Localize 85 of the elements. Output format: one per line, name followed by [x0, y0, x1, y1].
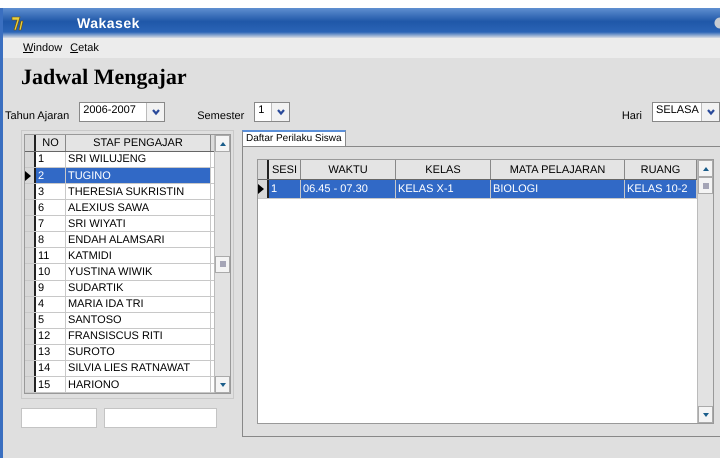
table-cell[interactable]: 13	[36, 344, 66, 360]
table-cell[interactable]: SRI WIYATI	[66, 216, 211, 232]
row-selector[interactable]	[25, 377, 36, 392]
column-header[interactable]: WAKTU	[301, 160, 396, 179]
scroll-up-button[interactable]	[698, 160, 713, 177]
row-selector[interactable]	[258, 180, 269, 198]
table-cell[interactable]: 1	[269, 180, 301, 198]
row-selector[interactable]	[25, 328, 36, 344]
table-cell[interactable]: ALEXIUS SAWA	[66, 200, 211, 216]
table-cell[interactable]: SUROTO	[66, 344, 211, 360]
menu-item[interactable]: Cetak	[70, 42, 99, 54]
table-cell[interactable]: 14	[36, 360, 66, 376]
table-cell[interactable]: 12	[36, 328, 66, 344]
table-cell[interactable]: 4	[36, 296, 66, 312]
column-header[interactable]: SESI	[269, 160, 301, 179]
table-cell[interactable]: 06.45 - 07.30	[301, 180, 396, 198]
table-cell[interactable]: ENDAH ALAMSARI	[66, 232, 211, 248]
table-cell[interactable]: KATMIDI	[66, 248, 211, 264]
scroll-up-button[interactable]	[215, 135, 230, 152]
column-header[interactable]: NO	[36, 135, 66, 151]
row-selector[interactable]	[25, 360, 36, 376]
row-selector[interactable]	[25, 296, 36, 312]
table-cell[interactable]: HARIONO	[66, 377, 211, 392]
chevron-down-icon	[706, 107, 716, 117]
table-cell[interactable]: 10	[36, 264, 66, 280]
row-selector[interactable]	[25, 312, 36, 328]
chevron-down-icon	[150, 107, 161, 117]
table-cell[interactable]: KELAS X-1	[396, 180, 491, 198]
close-icon[interactable]	[714, 17, 720, 29]
row-selector[interactable]	[25, 280, 36, 296]
table-cell[interactable]: 11	[36, 248, 66, 264]
table-cell[interactable]: FRANSISCUS RITI	[66, 328, 211, 344]
input-field[interactable]	[21, 408, 97, 428]
row-selector[interactable]	[25, 200, 36, 216]
table-cell[interactable]: 6	[36, 200, 66, 216]
column-header[interactable]: KELAS	[396, 160, 491, 179]
scroll-thumb[interactable]	[215, 256, 230, 272]
table-cell[interactable]: 5	[36, 312, 66, 328]
table-cell[interactable]: 1	[36, 152, 66, 167]
column-header[interactable]: RUANG	[625, 160, 697, 179]
table-cell[interactable]: YUSTINA WIWIK	[66, 264, 211, 280]
page-title: Jadwal Mengajar	[21, 64, 187, 90]
row-selector[interactable]	[25, 152, 36, 167]
table-cell[interactable]: SANTOSO	[66, 312, 211, 328]
row-pointer-icon	[25, 170, 31, 181]
dropdown-field[interactable]: SELASA	[652, 102, 720, 122]
table-cell[interactable]: KELAS 10-2	[625, 180, 697, 198]
table-cell[interactable]: 2	[36, 168, 66, 184]
scroll-thumb[interactable]	[698, 177, 713, 194]
table-cell[interactable]: MARIA IDA TRI	[66, 296, 211, 312]
row-selector[interactable]	[25, 248, 36, 264]
scroll-down-button[interactable]	[215, 376, 230, 393]
row-selector[interactable]	[25, 216, 36, 232]
row-pointer-icon	[258, 184, 264, 194]
dropdown-field[interactable]: 1	[254, 102, 290, 122]
window-title: Wakasek	[77, 15, 141, 31]
table-cell[interactable]: 7	[36, 216, 66, 232]
chevron-down-icon	[276, 107, 286, 117]
grip-icon	[218, 259, 228, 269]
input-field[interactable]	[104, 408, 217, 428]
table-cell[interactable]: 9	[36, 280, 66, 296]
field-label: Semester	[197, 110, 244, 122]
table-cell[interactable]: SILVIA LIES RATNAWAT	[66, 360, 211, 376]
column-header[interactable]: MATA PELAJARAN	[491, 160, 625, 179]
row-selector[interactable]	[25, 232, 36, 248]
table-cell[interactable]: 15	[36, 377, 66, 392]
table-cell[interactable]: TUGINO	[66, 168, 211, 184]
menu-item[interactable]: Window	[23, 42, 62, 54]
table-cell[interactable]: 3	[36, 184, 66, 200]
row-selector[interactable]	[25, 344, 36, 360]
row-selector[interactable]	[25, 168, 36, 184]
table-cell[interactable]: SUDARTIK	[66, 280, 211, 296]
field-label: Tahun Ajaran	[5, 110, 70, 122]
row-selector[interactable]	[25, 184, 36, 200]
field-label: Hari	[622, 110, 642, 122]
dropdown-field[interactable]: 2006-2007	[79, 102, 166, 122]
table-cell[interactable]: BIOLOGI	[491, 180, 625, 198]
row-selector[interactable]	[25, 264, 36, 280]
scroll-down-button[interactable]	[698, 406, 713, 423]
column-header[interactable]: STAF PENGAJAR	[66, 135, 211, 151]
grip-icon	[700, 180, 710, 190]
table-cell[interactable]: 8	[36, 232, 66, 248]
table-cell[interactable]: SRI WILUJENG	[66, 152, 211, 167]
tab[interactable]: Daftar Perilaku Siswa	[242, 130, 346, 146]
table-cell[interactable]: THERESIA SUKRISTIN	[66, 184, 211, 200]
